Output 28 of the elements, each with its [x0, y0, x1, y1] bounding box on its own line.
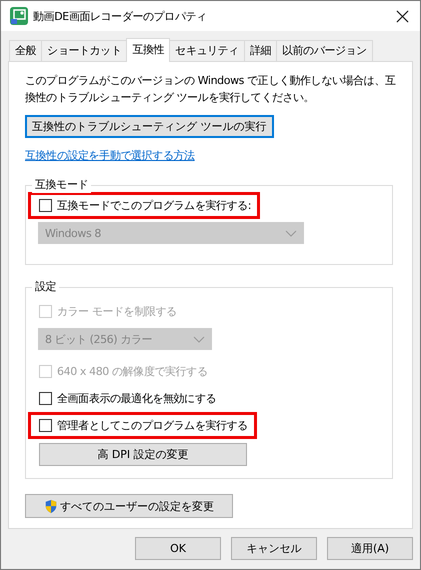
checkbox-label: 640 x 480 の解像度で実行する [57, 364, 208, 379]
help-link[interactable]: 互換性の設定を手動で選択する方法 [25, 148, 195, 163]
checkbox[interactable] [39, 392, 52, 405]
dialog-button[interactable]: 適用(A) [327, 537, 413, 560]
description-text: このプログラムがこのバージョンの Windows で正しく動作しない場合は、互換性のトラブルシューティング ツールを実行してください。 [25, 73, 396, 106]
checkbox-label: 管理者としてこのプログラムを実行する [57, 418, 248, 433]
troubleshoot-button[interactable]: 互換性のトラブルシューティング ツールの実行 [25, 115, 274, 138]
dpi-settings-button[interactable]: 高 DPI 設定の変更 [39, 443, 247, 466]
app-icon [9, 6, 29, 26]
shield-icon [44, 498, 58, 514]
window-title: 動画DE画面レコーダーのプロパティ [33, 8, 208, 24]
dropdown: Windows 8 [38, 222, 304, 244]
dialog-button[interactable]: キャンセル [231, 537, 317, 560]
dropdown: 8 ビット (256) カラー [38, 328, 212, 350]
checkbox[interactable] [39, 199, 52, 212]
checkbox[interactable] [39, 419, 52, 432]
tab[interactable]: 全般 [9, 40, 42, 61]
dialog-button[interactable]: OK [135, 537, 221, 560]
close-icon[interactable] [396, 10, 409, 22]
tab[interactable]: 以前のバージョン [276, 40, 373, 61]
group-label: 互換モード [32, 177, 92, 193]
chevron-icon [193, 336, 205, 342]
checkbox-label: 互換モードでこのプログラムを実行する: [57, 198, 252, 213]
tab[interactable]: 互換性 [126, 38, 170, 62]
checkbox-label: カラー モードを制限する [57, 304, 177, 319]
all-users-button[interactable]: すべてのユーザーの設定を変更 [25, 494, 233, 518]
chevron-icon [285, 230, 297, 236]
checkbox-label: 全画面表示の最適化を無効にする [57, 391, 216, 406]
